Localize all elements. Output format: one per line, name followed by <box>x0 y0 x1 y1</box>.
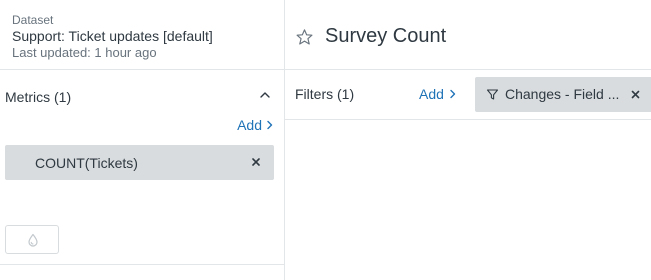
filters-bar: Filters (1) Add Changes - Field ... <box>285 70 651 120</box>
add-metric-button[interactable]: Add <box>237 116 274 134</box>
chevron-up-icon[interactable] <box>258 88 272 102</box>
funnel-icon <box>486 89 499 100</box>
add-metric-label: Add <box>237 117 262 133</box>
close-icon[interactable] <box>630 89 641 100</box>
close-icon[interactable] <box>250 156 262 168</box>
drop-icon <box>28 233 38 247</box>
left-panel-divider <box>0 264 284 265</box>
chevron-right-icon <box>450 89 456 99</box>
report-title[interactable]: Survey Count <box>325 25 446 48</box>
filter-item[interactable]: Changes - Field ... <box>475 77 651 112</box>
right-panel: Survey Count Filters (1) Add Changes - F… <box>285 0 651 280</box>
dataset-last-updated: Last updated: 1 hour ago <box>12 45 157 60</box>
color-picker-button[interactable] <box>5 225 59 254</box>
filter-label: Changes - Field ... <box>505 86 620 102</box>
add-filter-button[interactable]: Add <box>419 86 457 102</box>
metric-item[interactable]: COUNT(Tickets) <box>5 145 274 180</box>
metrics-title: Metrics (1) <box>5 89 72 105</box>
metrics-section-header[interactable]: Metrics (1) <box>5 86 275 106</box>
dataset-info[interactable]: Dataset Support: Ticket updates [default… <box>0 0 284 70</box>
chevron-right-icon <box>267 120 273 130</box>
add-filter-label: Add <box>419 86 444 102</box>
left-panel: Dataset Support: Ticket updates [default… <box>0 0 285 280</box>
metric-label: COUNT(Tickets) <box>35 155 138 171</box>
dataset-caption: Dataset <box>12 13 54 27</box>
filters-title: Filters (1) <box>295 86 355 102</box>
report-header: Survey Count <box>285 0 651 70</box>
star-icon[interactable] <box>295 28 314 47</box>
dataset-name: Support: Ticket updates [default] <box>12 28 213 44</box>
